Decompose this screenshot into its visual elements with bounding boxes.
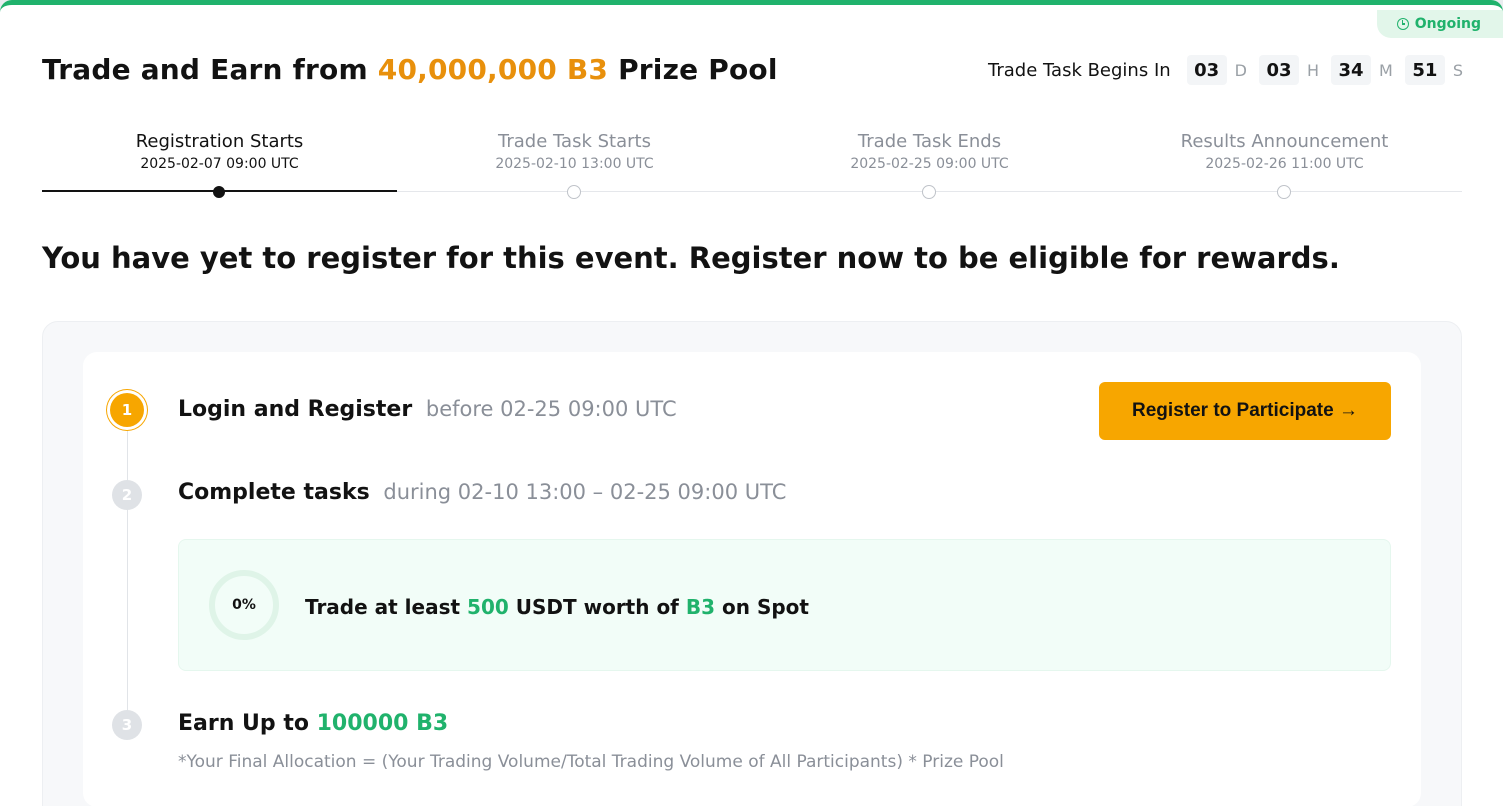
timeline-step-name: Registration Starts [135, 131, 304, 152]
step-number-1: 1 [110, 393, 144, 427]
timeline-step-name: Trade Task Ends [857, 131, 1002, 152]
page-title: Trade and Earn from 40,000,000 B3 Prize … [42, 53, 778, 86]
title-amount: 40,000,000 B3 [377, 53, 609, 86]
days-unit: D [1234, 60, 1247, 80]
countdown-days: 03 [1186, 55, 1227, 85]
reward-amount: 100000 B3 [316, 711, 449, 736]
seconds-unit: S [1452, 60, 1463, 80]
clock-icon [1396, 18, 1409, 30]
countdown-label: Trade Task Begins In [988, 59, 1171, 81]
step-subtitle: before 02-25 09:00 UTC [425, 397, 677, 421]
timeline-step-registration: Registration Starts 2025-02-07 09:00 UTC [42, 131, 397, 172]
step-earn: Earn Up to 100000 B3 [178, 711, 448, 736]
countdown-hours: 03 [1259, 55, 1299, 85]
step-complete-tasks: Complete tasks during 02-10 13:00 – 02-2… [178, 480, 786, 505]
task-text-a: Trade at least [305, 595, 461, 619]
timeline-step-trade-end: Trade Task Ends 2025-02-25 09:00 UTC [752, 131, 1107, 172]
registration-headline: You have yet to register for this event.… [42, 241, 1340, 275]
trade-task-box: 0% Trade at least 500 USDT worth of B3 o… [178, 539, 1391, 671]
timeline-dot [567, 185, 581, 199]
countdown-seconds: 51 [1404, 55, 1445, 85]
task-progress-ring: 0% [209, 570, 279, 640]
ongoing-badge: Ongoing [1376, 10, 1503, 38]
title-suffix: Prize Pool [618, 53, 778, 86]
countdown: Trade Task Begins In 03 D 03 H 34 M 51 S [988, 55, 1463, 85]
hours-unit: H [1307, 60, 1320, 80]
allocation-formula: *Your Final Allocation = (Your Trading V… [178, 752, 1004, 772]
step-title: Login and Register [178, 397, 413, 422]
timeline-step-date: 2025-02-25 09:00 UTC [850, 156, 1009, 172]
timeline-step-trade-start: Trade Task Starts 2025-02-10 13:00 UTC [397, 131, 752, 172]
step-title: Complete tasks [178, 480, 370, 505]
steps-connector [127, 410, 128, 730]
step-number-3: 3 [112, 710, 142, 740]
countdown-minutes: 34 [1331, 55, 1372, 85]
minutes-unit: M [1379, 60, 1393, 80]
event-card: Ongoing Trade and Earn from 40,000,000 B… [0, 0, 1503, 806]
event-timeline: Registration Starts 2025-02-07 09:00 UTC… [42, 125, 1462, 205]
task-token: B3 [685, 595, 716, 619]
timeline-dot [1277, 185, 1291, 199]
timeline-step-name: Trade Task Starts [498, 131, 651, 152]
ongoing-label: Ongoing [1414, 16, 1481, 32]
task-amount: 500 [467, 595, 509, 619]
timeline-step-results: Results Announcement 2025-02-26 11:00 UT… [1107, 131, 1462, 172]
timeline-step-date: 2025-02-26 11:00 UTC [1205, 156, 1364, 172]
task-description: Trade at least 500 USDT worth of B3 on S… [305, 595, 809, 619]
steps-card: 1 Login and Register before 02-25 09:00 … [83, 352, 1421, 806]
title-prefix: Trade and Earn from [42, 53, 368, 86]
timeline-step-date: 2025-02-07 09:00 UTC [140, 156, 299, 172]
timeline-dot-active [213, 186, 225, 198]
steps-panel: 1 Login and Register before 02-25 09:00 … [42, 321, 1462, 806]
task-text-b: USDT worth of [515, 595, 679, 619]
timeline-step-name: Results Announcement [1180, 131, 1389, 152]
step-subtitle: during 02-10 13:00 – 02-25 09:00 UTC [383, 480, 787, 504]
timeline-step-date: 2025-02-10 13:00 UTC [495, 156, 654, 172]
timeline-dot [922, 185, 936, 199]
task-text-c: on Spot [722, 595, 809, 619]
step-number-2: 2 [112, 480, 142, 510]
step-login-register: Login and Register before 02-25 09:00 UT… [178, 397, 677, 422]
register-button[interactable]: Register to Participate → [1099, 382, 1391, 440]
step-title: Earn Up to [178, 711, 309, 736]
